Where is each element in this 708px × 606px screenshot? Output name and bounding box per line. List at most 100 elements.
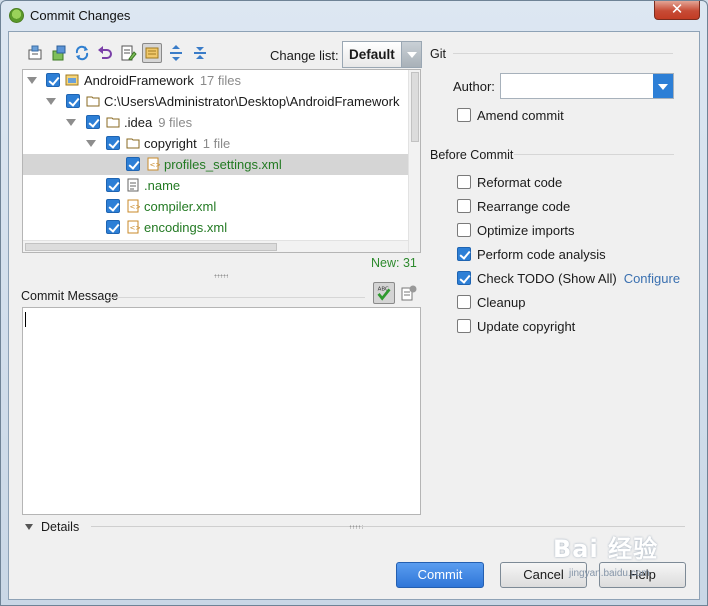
splitter-handle[interactable] <box>214 274 228 278</box>
row-checkbox[interactable] <box>66 94 80 108</box>
option-label: Perform code analysis <box>477 247 606 262</box>
scroll-thumb[interactable] <box>25 243 277 251</box>
checkbox-checked[interactable] <box>457 271 471 285</box>
commit-message-input[interactable] <box>22 307 421 515</box>
row-checkbox[interactable] <box>46 73 60 87</box>
separator <box>91 526 349 527</box>
row-checkbox[interactable] <box>106 136 120 150</box>
row-label: C:\Users\Administrator\Desktop\AndroidFr… <box>104 94 400 109</box>
update-copyright-checkbox[interactable]: Update copyright <box>457 318 697 336</box>
author-combobox[interactable] <box>500 73 674 99</box>
android-studio-icon <box>9 8 24 23</box>
expand-arrow-icon[interactable] <box>46 98 56 105</box>
check-todo-checkbox[interactable]: Check TODO (Show All) Configure <box>457 270 697 288</box>
tree-row[interactable]: copyright 1 file <box>23 133 408 154</box>
details-label[interactable]: Details <box>41 520 79 534</box>
separator <box>453 53 673 54</box>
separator <box>361 526 685 527</box>
option-label: Reformat code <box>477 175 563 190</box>
checkbox[interactable] <box>457 295 471 309</box>
text-file-icon <box>126 178 140 192</box>
checkbox[interactable] <box>457 108 471 122</box>
watermark-url: jingyan.baidu.com <box>569 568 650 579</box>
horizontal-scrollbar[interactable] <box>23 240 408 252</box>
row-label: copyright 1 file <box>144 136 231 151</box>
row-label: profiles_settings.xml <box>164 157 282 172</box>
row-checkbox[interactable] <box>126 157 140 171</box>
row-checkbox[interactable] <box>106 178 120 192</box>
window-title: Commit Changes <box>30 8 131 23</box>
folder-icon <box>106 115 120 129</box>
spellcheck-icon[interactable]: ABC <box>373 282 395 304</box>
scroll-thumb[interactable] <box>411 72 419 142</box>
show-diff-icon[interactable] <box>26 44 44 62</box>
svg-text:<>: <> <box>150 161 161 169</box>
baidu-watermark: Bai 经验 <box>553 535 659 563</box>
row-label: .name <box>144 178 181 193</box>
checkbox[interactable] <box>457 199 471 213</box>
changes-tree[interactable]: AndroidFramework 17 files C:\Users\Admini… <box>22 69 421 253</box>
expand-arrow-icon[interactable] <box>27 77 37 84</box>
optimize-imports-checkbox[interactable]: Optimize imports <box>457 222 697 240</box>
expand-arrow-icon[interactable] <box>86 140 96 147</box>
folder-icon <box>86 94 100 108</box>
tree-row[interactable]: .idea 9 files <box>23 112 408 133</box>
row-checkbox[interactable] <box>106 199 120 213</box>
author-label: Author: <box>453 79 495 94</box>
row-label: encodings.xml <box>144 220 228 235</box>
expand-arrow-icon[interactable] <box>66 119 76 126</box>
tree-row[interactable]: AndroidFramework 17 files <box>23 70 408 91</box>
commit-history-icon[interactable] <box>401 285 417 301</box>
rearrange-code-checkbox[interactable]: Rearrange code <box>457 198 697 216</box>
refresh-icon[interactable] <box>73 44 91 62</box>
changes-toolbar: Change list: Default <box>22 41 422 69</box>
chevron-down-icon[interactable] <box>653 74 673 98</box>
folder-icon <box>126 136 140 150</box>
tree-row-selected[interactable]: <> profiles_settings.xml <box>23 154 408 175</box>
xml-file-icon: <> <box>126 199 140 213</box>
title-bar[interactable]: Commit Changes ✕ <box>1 1 707 31</box>
tree-row[interactable]: .name <box>23 175 408 196</box>
collapse-all-icon[interactable] <box>191 44 209 62</box>
commit-dialog: Commit Changes ✕ Change list: Default An… <box>0 0 708 606</box>
row-label: AndroidFramework 17 files <box>84 73 242 88</box>
separator <box>514 154 674 155</box>
configure-link[interactable]: Configure <box>624 271 680 286</box>
option-label: Optimize imports <box>477 223 575 238</box>
checkbox-checked[interactable] <box>457 247 471 261</box>
reformat-code-checkbox[interactable]: Reformat code <box>457 174 697 192</box>
svg-text:<>: <> <box>130 224 141 232</box>
separator <box>109 297 365 298</box>
details-expand-icon[interactable] <box>25 524 33 530</box>
cleanup-checkbox[interactable]: Cleanup <box>457 294 697 312</box>
tree-row[interactable]: C:\Users\Administrator\Desktop\AndroidFr… <box>23 91 408 112</box>
chevron-down-icon[interactable] <box>401 42 421 67</box>
svg-text:<>: <> <box>130 203 141 211</box>
checkbox[interactable] <box>457 175 471 189</box>
checkbox[interactable] <box>457 223 471 237</box>
checkbox[interactable] <box>457 319 471 333</box>
move-to-changelist-icon[interactable] <box>50 44 68 62</box>
group-by-directory-icon[interactable] <box>142 43 162 63</box>
expand-all-icon[interactable] <box>167 44 185 62</box>
commit-message-label: Commit Message <box>21 289 119 303</box>
option-label: Check TODO (Show All) Configure <box>477 271 681 286</box>
xml-file-icon: <> <box>126 220 140 234</box>
changelist-value: Default <box>349 47 395 62</box>
row-checkbox[interactable] <box>106 220 120 234</box>
close-button[interactable]: ✕ <box>654 1 700 20</box>
edit-source-icon[interactable] <box>119 44 137 62</box>
row-checkbox[interactable] <box>86 115 100 129</box>
perform-code-analysis-checkbox[interactable]: Perform code analysis <box>457 246 697 264</box>
dialog-content: Change list: Default AndroidFramework 17 … <box>8 31 700 600</box>
changelist-dropdown[interactable]: Default <box>342 41 422 68</box>
commit-button[interactable]: Commit <box>396 562 484 588</box>
before-commit-section-title: Before Commit <box>430 148 514 162</box>
tree-row[interactable]: <> encodings.xml <box>23 217 408 238</box>
amend-commit-checkbox[interactable]: Amend commit <box>457 107 697 125</box>
tree-row[interactable]: <> compiler.xml <box>23 196 408 217</box>
rollback-icon[interactable] <box>96 44 114 62</box>
xml-file-icon: <> <box>146 157 160 171</box>
changelist-label: Change list: <box>270 48 339 63</box>
vertical-scrollbar[interactable] <box>408 70 420 252</box>
